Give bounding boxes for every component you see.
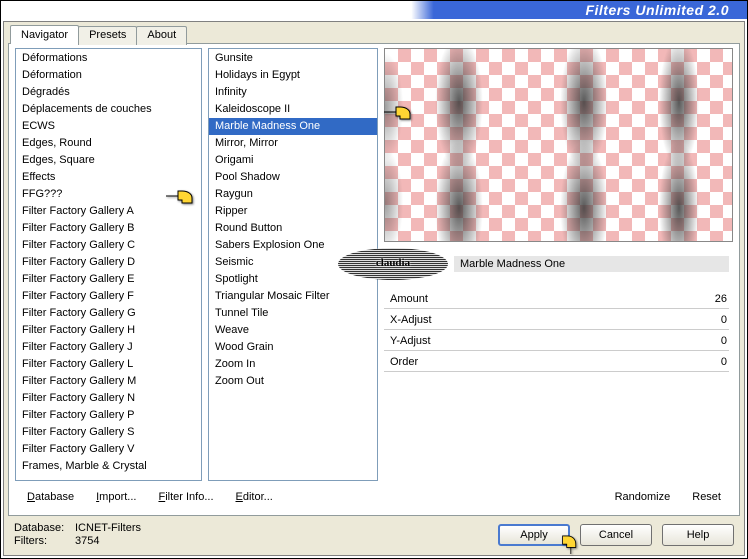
filter-item[interactable]: Round Button xyxy=(209,220,377,237)
filter-item[interactable]: Weave xyxy=(209,322,377,339)
filter-name-row: claudia Marble Madness One xyxy=(384,248,729,280)
category-item[interactable]: Filter Factory Gallery N xyxy=(16,390,201,407)
category-item[interactable]: Dégradés xyxy=(16,84,201,101)
filter-item[interactable]: Mirror, Mirror xyxy=(209,135,377,152)
randomize-link[interactable]: Randomize xyxy=(609,489,677,505)
database-link[interactable]: Database xyxy=(21,489,80,505)
apply-button[interactable]: Apply xyxy=(498,524,570,546)
category-item[interactable]: Effects xyxy=(16,169,201,186)
category-item[interactable]: Filter Factory Gallery S xyxy=(16,424,201,441)
param-value: 0 xyxy=(687,356,727,368)
filter-item[interactable]: Origami xyxy=(209,152,377,169)
status-block: Database: ICNET-Filters Filters: 3754 xyxy=(14,522,141,547)
import-link[interactable]: Import... xyxy=(90,489,142,505)
status-filters-label: Filters: xyxy=(14,535,69,547)
panes: DéformationsDéformationDégradésDéplaceme… xyxy=(9,44,739,481)
current-filter-name: Marble Madness One xyxy=(454,256,729,272)
category-item[interactable]: Filter Factory Gallery L xyxy=(16,356,201,373)
param-row[interactable]: X-Adjust0 xyxy=(384,311,729,330)
filter-item[interactable]: Ripper xyxy=(209,203,377,220)
category-item[interactable]: Filter Factory Gallery G xyxy=(16,305,201,322)
filter-item[interactable]: Kaleidoscope II xyxy=(209,101,377,118)
window-root: Filters Unlimited 2.0 Navigator Presets … xyxy=(0,0,748,559)
category-item[interactable]: Filter Factory Gallery V xyxy=(16,441,201,458)
author-logo-text: claudia xyxy=(338,257,448,269)
param-name: Amount xyxy=(390,293,687,305)
filter-item[interactable]: Wood Grain xyxy=(209,339,377,356)
param-row[interactable]: Order0 xyxy=(384,353,729,372)
category-item[interactable]: Filter Factory Gallery P xyxy=(16,407,201,424)
parameter-list: Amount26X-Adjust0Y-Adjust0Order0 xyxy=(384,290,733,372)
filter-item[interactable]: Tunnel Tile xyxy=(209,305,377,322)
link-button-row: Database Import... Filter Info... Editor… xyxy=(9,481,739,515)
param-value: 0 xyxy=(687,335,727,347)
category-item[interactable]: Frames, Marble & Crystal xyxy=(16,458,201,475)
status-db-label: Database: xyxy=(14,522,69,534)
param-name: Y-Adjust xyxy=(390,335,687,347)
filter-item[interactable]: Triangular Mosaic Filter xyxy=(209,288,377,305)
param-name: X-Adjust xyxy=(390,314,687,326)
category-item[interactable]: Filter Factory Gallery C xyxy=(16,237,201,254)
cancel-button[interactable]: Cancel xyxy=(580,524,652,546)
category-item[interactable]: Filter Factory Gallery E xyxy=(16,271,201,288)
status-filters-value: 3754 xyxy=(75,535,99,547)
category-item[interactable]: FFG??? xyxy=(16,186,201,203)
filter-item[interactable]: Infinity xyxy=(209,84,377,101)
right-panel: claudia Marble Madness One Amount26X-Adj… xyxy=(384,48,733,481)
category-list[interactable]: DéformationsDéformationDégradésDéplaceme… xyxy=(15,48,202,481)
bottom-bar: Database: ICNET-Filters Filters: 3754 Appl… xyxy=(4,516,744,555)
category-item[interactable]: Filter Factory Gallery J xyxy=(16,339,201,356)
category-item[interactable]: Déformations xyxy=(16,50,201,67)
filter-preview xyxy=(384,48,733,242)
filter-item[interactable]: Zoom In xyxy=(209,356,377,373)
category-item[interactable]: Filter Factory Gallery F xyxy=(16,288,201,305)
help-button[interactable]: Help xyxy=(662,524,734,546)
editor-link[interactable]: Editor... xyxy=(230,489,279,505)
param-name: Order xyxy=(390,356,687,368)
category-item[interactable]: Edges, Square xyxy=(16,152,201,169)
filter-info-link[interactable]: Filter Info... xyxy=(152,489,219,505)
filter-item[interactable]: Gunsite xyxy=(209,50,377,67)
filter-item[interactable]: Marble Madness One xyxy=(209,118,377,135)
category-item[interactable]: Filter Factory Gallery D xyxy=(16,254,201,271)
tab-about[interactable]: About xyxy=(136,26,187,45)
filter-item[interactable]: Holidays in Egypt xyxy=(209,67,377,84)
category-item[interactable]: ECWS xyxy=(16,118,201,135)
category-item[interactable]: Déplacements de couches xyxy=(16,101,201,118)
title-bar: Filters Unlimited 2.0 xyxy=(1,1,747,19)
category-item[interactable]: Filter Factory Gallery H xyxy=(16,322,201,339)
category-item[interactable]: Edges, Round xyxy=(16,135,201,152)
param-row[interactable]: Amount26 xyxy=(384,290,729,309)
category-item[interactable]: Filter Factory Gallery M xyxy=(16,373,201,390)
tab-navigator[interactable]: Navigator xyxy=(10,25,79,44)
filter-item[interactable]: Raygun xyxy=(209,186,377,203)
param-value: 0 xyxy=(687,314,727,326)
filter-item[interactable]: Zoom Out xyxy=(209,373,377,390)
param-value: 26 xyxy=(687,293,727,305)
app-title: Filters Unlimited 2.0 xyxy=(585,2,729,18)
tab-presets[interactable]: Presets xyxy=(78,26,137,45)
tab-content: DéformationsDéformationDégradésDéplaceme… xyxy=(8,43,740,516)
main-panel: Navigator Presets About DéformationsDéfo… xyxy=(3,21,745,556)
category-item[interactable]: Déformation xyxy=(16,67,201,84)
status-db-value: ICNET-Filters xyxy=(75,522,141,534)
category-item[interactable]: Filter Factory Gallery A xyxy=(16,203,201,220)
category-item[interactable]: Filter Factory Gallery B xyxy=(16,220,201,237)
filter-item[interactable]: Pool Shadow xyxy=(209,169,377,186)
tab-strip: Navigator Presets About xyxy=(10,24,744,43)
param-row[interactable]: Y-Adjust0 xyxy=(384,332,729,351)
author-logo: claudia xyxy=(338,248,448,280)
reset-link[interactable]: Reset xyxy=(686,489,727,505)
